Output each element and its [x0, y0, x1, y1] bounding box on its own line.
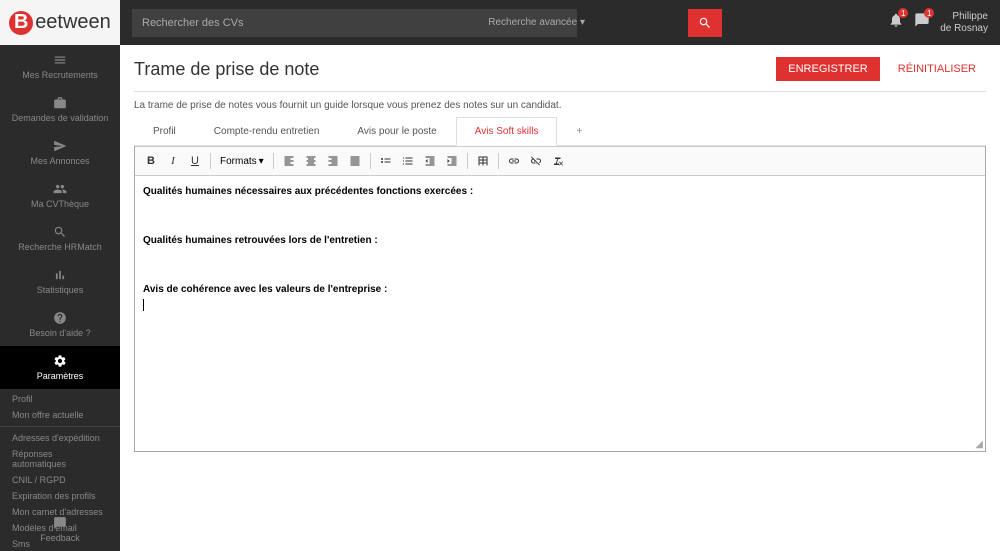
- topbar: Beetween Recherche avancée ▾ 1 1 Philipp…: [0, 0, 1000, 45]
- sidebar-item-demandes[interactable]: Demandes de validation: [0, 88, 120, 131]
- sidebar-feedback[interactable]: Feedback: [0, 508, 120, 551]
- msg-badge: 1: [924, 8, 934, 18]
- main-content: Trame de prise de note ENREGISTRER RÉINI…: [120, 45, 1000, 551]
- editor: B I U Formats ▾ Qualités humaines nécess…: [134, 146, 986, 452]
- unlink-icon: [530, 155, 542, 167]
- indent-button[interactable]: [442, 151, 462, 171]
- align-left-icon: [283, 155, 295, 167]
- sub-offre[interactable]: Mon offre actuelle: [0, 407, 120, 423]
- sub-expiration[interactable]: Expiration des profils: [0, 488, 120, 504]
- chart-icon: [53, 268, 67, 282]
- link-button[interactable]: [504, 151, 524, 171]
- logo[interactable]: Beetween: [0, 0, 120, 45]
- sidebar-item-cvtheque[interactable]: Ma CVThèque: [0, 174, 120, 217]
- align-right-button[interactable]: [323, 151, 343, 171]
- sub-profil[interactable]: Profil: [0, 391, 120, 407]
- page-description: La trame de prise de notes vous fournit …: [134, 100, 986, 111]
- clear-format-icon: [552, 155, 564, 167]
- italic-button[interactable]: I: [163, 151, 183, 171]
- notification-messages[interactable]: 1: [914, 12, 930, 33]
- table-icon: [477, 155, 489, 167]
- tab-avis-soft-skills[interactable]: Avis Soft skills: [456, 117, 558, 146]
- link-icon: [508, 155, 520, 167]
- editor-line: Qualités humaines nécessaires aux précéd…: [143, 186, 977, 197]
- bullet-list-button[interactable]: [376, 151, 396, 171]
- resize-handle[interactable]: ◢: [135, 441, 985, 451]
- sidebar-item-parametres[interactable]: Paramètres: [0, 346, 120, 389]
- sub-adresses[interactable]: Adresses d'expédition: [0, 430, 120, 446]
- align-center-button[interactable]: [301, 151, 321, 171]
- editor-line: Qualités humaines retrouvées lors de l'e…: [143, 235, 977, 246]
- underline-button[interactable]: U: [185, 151, 205, 171]
- tab-profil[interactable]: Profil: [134, 117, 195, 145]
- user-menu[interactable]: Philippede Rosnay: [940, 11, 988, 35]
- align-left-button[interactable]: [279, 151, 299, 171]
- outdent-icon: [424, 155, 436, 167]
- indent-icon: [446, 155, 458, 167]
- align-right-icon: [327, 155, 339, 167]
- text-cursor: [143, 299, 144, 311]
- editor-toolbar: B I U Formats ▾: [135, 146, 985, 176]
- page-title: Trame de prise de note: [134, 59, 319, 80]
- formats-dropdown[interactable]: Formats ▾: [216, 154, 268, 169]
- help-icon: [53, 311, 67, 325]
- align-justify-button[interactable]: [345, 151, 365, 171]
- tab-compte-rendu[interactable]: Compte-rendu entretien: [195, 117, 339, 145]
- advanced-search[interactable]: Recherche avancée ▾: [488, 17, 585, 28]
- editor-body[interactable]: Qualités humaines nécessaires aux précéd…: [135, 176, 985, 441]
- sidebar-item-annonces[interactable]: Mes Annonces: [0, 131, 120, 174]
- menu-icon: [53, 53, 67, 67]
- search-button[interactable]: [688, 9, 722, 37]
- tab-add[interactable]: +: [557, 117, 601, 145]
- sidebar-item-help[interactable]: Besoin d'aide ?: [0, 303, 120, 346]
- sub-cnil[interactable]: CNIL / RGPD: [0, 472, 120, 488]
- people-icon: [53, 182, 67, 196]
- sidebar: Mes Recrutements Demandes de validation …: [0, 45, 120, 551]
- number-list-button[interactable]: [398, 151, 418, 171]
- notification-bell[interactable]: 1: [888, 12, 904, 33]
- gear-icon: [53, 354, 67, 368]
- send-icon: [53, 139, 67, 153]
- unlink-button[interactable]: [526, 151, 546, 171]
- clear-format-button[interactable]: [548, 151, 568, 171]
- bold-button[interactable]: B: [141, 151, 161, 171]
- sidebar-item-recrutements[interactable]: Mes Recrutements: [0, 45, 120, 88]
- search-small-icon: [53, 225, 67, 239]
- search-wrap: Recherche avancée ▾: [132, 9, 722, 37]
- editor-line: Avis de cohérence avec les valeurs de l'…: [143, 284, 977, 295]
- align-justify-icon: [349, 155, 361, 167]
- sidebar-item-hrmatch[interactable]: Recherche HRMatch: [0, 217, 120, 260]
- sidebar-item-stats[interactable]: Statistiques: [0, 260, 120, 303]
- tabs: Profil Compte-rendu entretien Avis pour …: [134, 117, 986, 146]
- briefcase-icon: [53, 96, 67, 110]
- bell-badge: 1: [898, 8, 908, 18]
- outdent-button[interactable]: [420, 151, 440, 171]
- search-icon: [698, 16, 712, 30]
- align-center-icon: [305, 155, 317, 167]
- sub-reponses[interactable]: Réponses automatiques: [0, 446, 120, 472]
- feedback-icon: [53, 516, 67, 530]
- save-button[interactable]: ENREGISTRER: [776, 57, 879, 81]
- reset-button[interactable]: RÉINITIALISER: [888, 57, 986, 81]
- tab-avis-poste[interactable]: Avis pour le poste: [338, 117, 455, 145]
- bullet-list-icon: [380, 155, 392, 167]
- table-button[interactable]: [473, 151, 493, 171]
- number-list-icon: [402, 155, 414, 167]
